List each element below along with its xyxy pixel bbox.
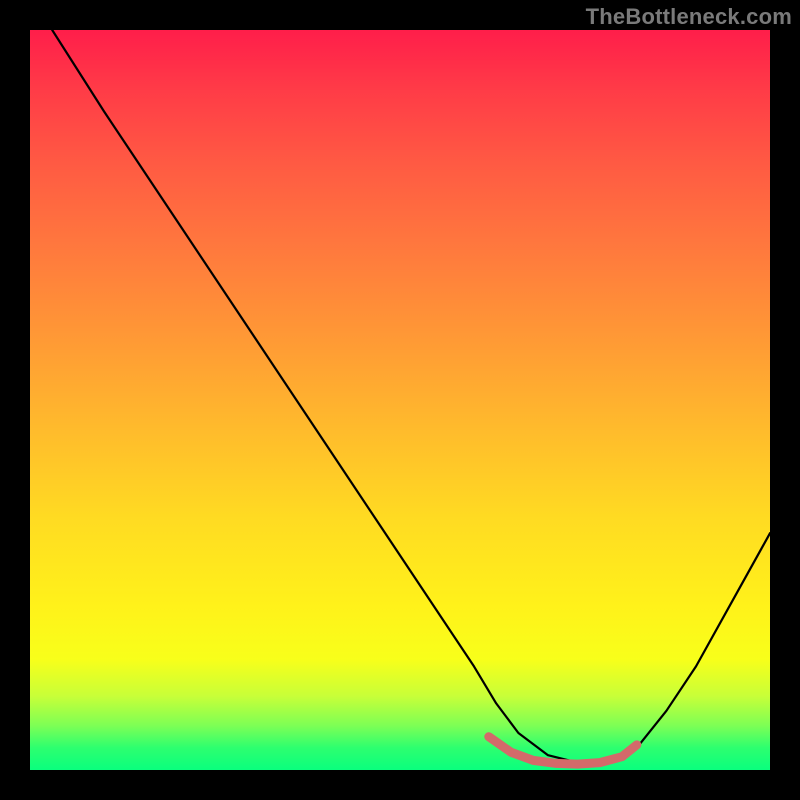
- optimal-range-path: [489, 737, 637, 764]
- bottleneck-curve-path: [52, 30, 770, 763]
- plot-svg: [30, 30, 770, 770]
- chart-frame: TheBottleneck.com: [0, 0, 800, 800]
- watermark-text: TheBottleneck.com: [586, 4, 792, 30]
- plot-area: [30, 30, 770, 770]
